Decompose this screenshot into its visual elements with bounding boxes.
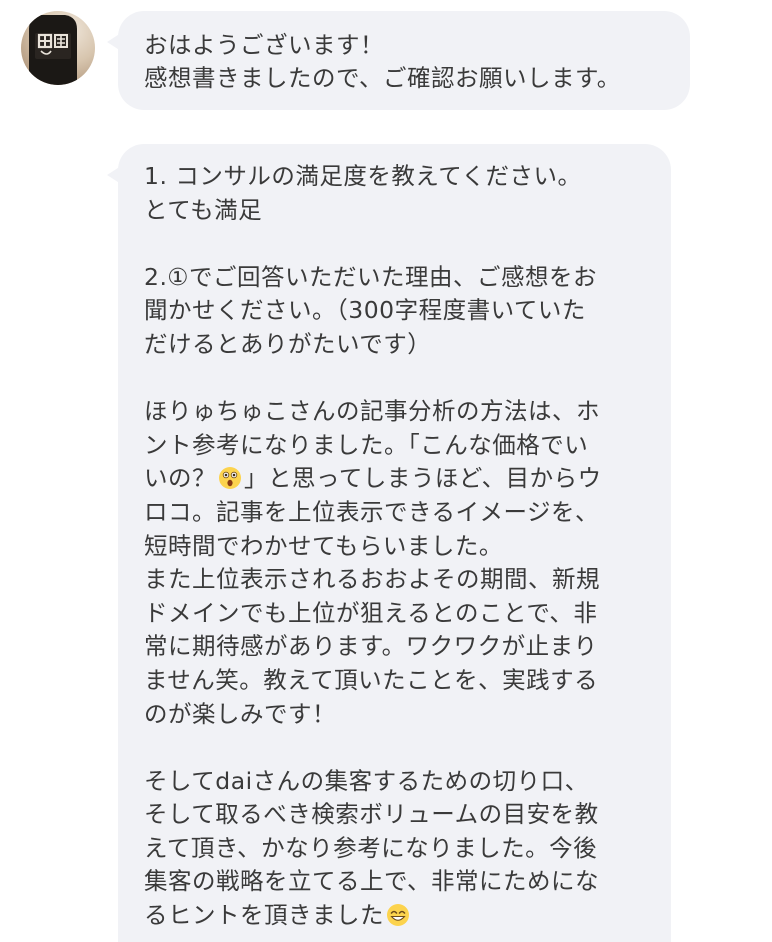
message-bubble-feedback[interactable]: 1. コンサルの満足度を教えてください。 とても満足 2.①でご回答いただいた理… [107, 144, 671, 942]
question-2-line: 聞かせください。（300字程度書いていた [144, 296, 586, 325]
grinning-smiling-eyes-emoji [387, 904, 409, 927]
question-2-line: だけるとありがたいです） [144, 329, 432, 358]
answer-line: ほりゅちゅこさんの記事分析の方法は、ホ [144, 397, 600, 426]
question-1: 1. コンサルの満足度を教えてください。 [144, 162, 582, 190]
answer-line-with-emoji: いの？ 」と思ってしまうほど、目からウ [144, 462, 655, 496]
answer-text: いの？ [144, 464, 216, 493]
sender-avatar[interactable] [21, 11, 95, 85]
answer-line-with-emoji: るヒントを頂きました [144, 899, 655, 933]
sake-bottle-avatar-icon [29, 15, 77, 85]
answer-line: のが楽しみです！ [144, 699, 336, 728]
answer-line: また上位表示されるおおよその期間、新規 [144, 565, 600, 594]
answer-line: ません笑。教えて頂いたことを、実践する [144, 665, 599, 694]
question-2-line: 2.①でご回答いただいた理由、ご感想をお [144, 262, 597, 291]
answer-line: 常に期待感があります。ワクワクが止まり [144, 632, 598, 661]
message-line: 感想書きましたので、ご確認お願いします。 [144, 64, 621, 92]
answer-line: 集客の戦略を立てる上で、非常にためにな [144, 867, 600, 896]
answer-1: とても満足 [144, 195, 263, 224]
message-bubble-greeting[interactable]: おはようございます！ 感想書きましたので、ご確認お願いします。 [107, 11, 690, 110]
astonished-face-emoji [219, 467, 241, 490]
answer-line: 短時間でわかせてもらいました。 [144, 531, 503, 560]
answer-line: ロコ。記事を上位表示できるイメージを、 [144, 497, 600, 526]
chat-thread: おはようございます！ 感想書きましたので、ご確認お願いします。 1. コンサルの… [0, 0, 772, 942]
answer-text: るヒントを頂きました [144, 901, 384, 930]
answer-line: えて頂き、かなり参考になりました。今後 [144, 833, 598, 862]
answer-line: ント参考になりました。「こんな価格でい [144, 430, 589, 459]
answer-line: そしてdaiさんの集客するための切り口、 [144, 766, 589, 795]
answer-line: ドメインでも上位が狙えるとのことで、非 [144, 598, 598, 627]
message-line: おはようございます！ [144, 31, 384, 59]
answer-line: そして取るべき検索ボリュームの目安を教 [144, 800, 599, 829]
answer-text: 」と思ってしまうほど、目からウ [244, 464, 602, 493]
